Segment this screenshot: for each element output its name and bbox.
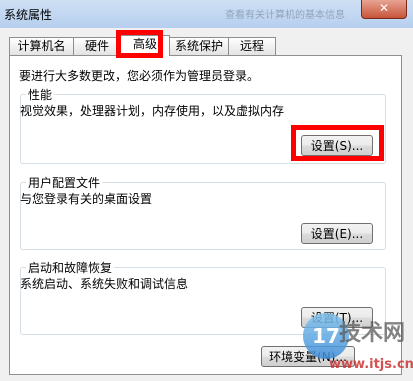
settings-highlight-box	[291, 125, 384, 161]
admin-notice: 要进行大多数更改，您必须作为管理员登录。	[19, 69, 260, 83]
tab-remote[interactable]: 远程	[228, 37, 276, 55]
performance-title: 性能	[26, 86, 55, 103]
tab-system-protection[interactable]: 系统保护	[169, 37, 229, 55]
tab-highlight-box	[116, 30, 163, 58]
startup-recovery-description: 系统启动、系统失败和调试信息	[20, 277, 189, 291]
tab-computer-name[interactable]: 计算机名	[9, 37, 74, 55]
startup-recovery-title: 启动和故障恢复	[26, 259, 115, 276]
environment-variables-button[interactable]: 环境变量(N)...	[261, 346, 355, 367]
background-window-title: 查看有关计算机的基本信息	[225, 10, 345, 21]
window-title: 系统属性	[4, 8, 53, 22]
title-bar: 系统属性 查看有关计算机的基本信息 ✕	[0, 0, 413, 28]
user-profiles-description: 与您登录有关的桌面设置	[20, 192, 153, 206]
startup-recovery-settings-button[interactable]: 设置(T)...	[301, 307, 373, 328]
close-icon: ✕	[378, 1, 390, 15]
close-button[interactable]: ✕	[361, 0, 407, 19]
user-profiles-title: 用户配置文件	[26, 174, 103, 191]
performance-description: 视觉效果，处理器计划，内存使用，以及虚拟内存	[20, 104, 285, 118]
user-profiles-settings-button[interactable]: 设置(E)...	[301, 223, 373, 244]
tab-hardware[interactable]: 硬件	[73, 37, 121, 55]
